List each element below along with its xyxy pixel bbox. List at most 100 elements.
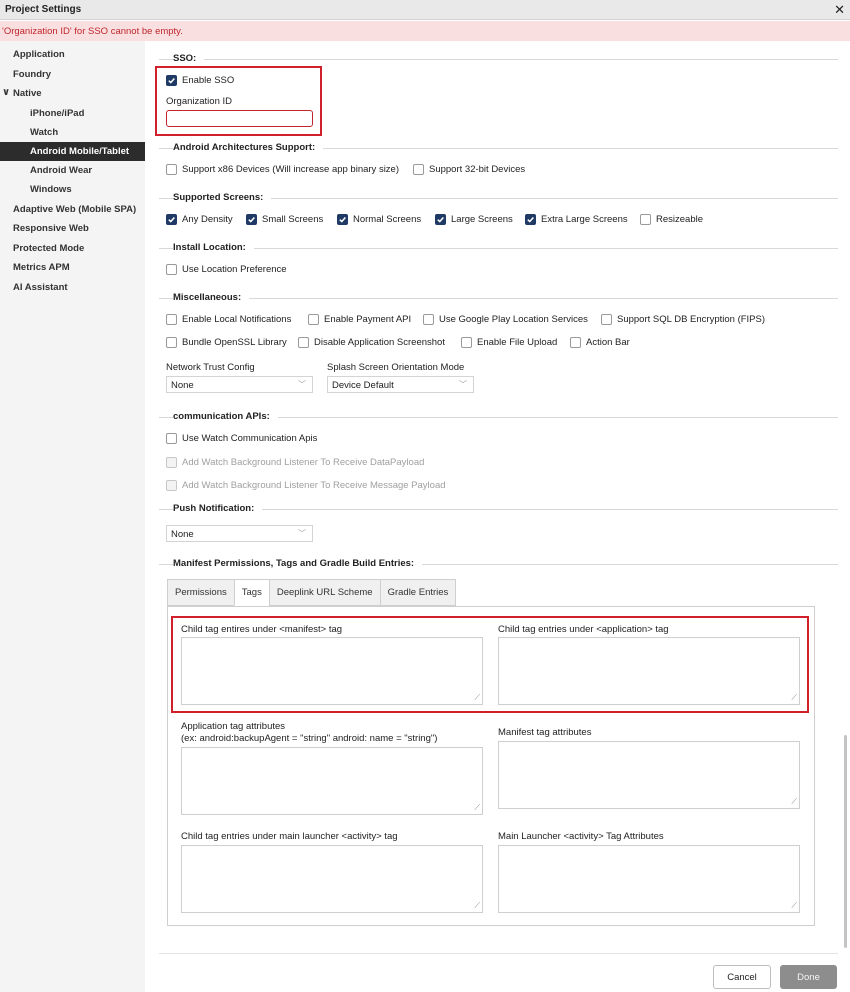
chevron-down-icon: ﹀ — [459, 380, 467, 389]
sidebar-item-responsive-web[interactable]: Responsive Web — [0, 219, 145, 238]
section-heading: Miscellaneous: — [173, 292, 250, 303]
section-supported-screens: Supported Screens: — [159, 192, 838, 206]
sidebar-item-label: Adaptive Web (Mobile SPA) — [13, 204, 137, 215]
sidebar-item-android-mobile-tablet[interactable]: Android Mobile/Tablet — [0, 142, 145, 161]
checkbox-label: Support x86 Devices (Will increase app b… — [182, 163, 400, 175]
checkbox-label: Small Screens — [262, 213, 324, 225]
sidebar-item-label: Windows — [30, 184, 72, 195]
chevron-down-icon: ∨ — [2, 87, 11, 98]
checkbox-label: Add Watch Background Listener To Receive… — [182, 479, 446, 491]
sidebar-item-watch[interactable]: Watch — [0, 123, 145, 142]
tab-gradle-entries[interactable]: Gradle Entries — [379, 579, 457, 606]
footer-divider — [159, 953, 838, 954]
manifest-tabs: Permissions Tags Deeplink URL Scheme Gra… — [167, 579, 457, 606]
sidebar-item-label: Application — [13, 49, 65, 60]
close-icon[interactable]: ✕ — [834, 2, 845, 18]
organization-id-input[interactable] — [166, 110, 313, 127]
section-heading: communication APIs: — [173, 411, 278, 422]
select-value: None — [171, 380, 194, 391]
extra-large-screens-checkbox[interactable]: Extra Large Screens — [525, 212, 628, 226]
checkbox-label: Support SQL DB Encryption (FIPS) — [617, 313, 766, 325]
support-sql-db-encryption-checkbox[interactable]: Support SQL DB Encryption (FIPS) — [601, 312, 765, 326]
sidebar-item-ai-assistant[interactable]: AI Assistant — [0, 278, 145, 297]
network-trust-config-select[interactable]: None ﹀ — [166, 376, 313, 393]
checkbox-label: Support 32-bit Devices — [429, 163, 526, 175]
enable-sso-checkbox[interactable]: Enable SSO — [166, 73, 234, 87]
enable-file-upload-checkbox[interactable]: Enable File Upload — [461, 335, 557, 349]
disable-app-screenshot-checkbox[interactable]: Disable Application Screenshot — [298, 335, 445, 349]
checkbox-label: Action Bar — [586, 336, 630, 348]
tab-deeplink-url-scheme[interactable]: Deeplink URL Scheme — [268, 579, 380, 606]
sidebar-item-label: Protected Mode — [13, 243, 85, 254]
sidebar-item-protected-mode[interactable]: Protected Mode — [0, 239, 145, 258]
checkbox-label: Use Location Preference — [182, 263, 287, 275]
window-title: Project Settings — [5, 4, 82, 15]
resize-grip-icon: ⟋ — [791, 693, 797, 702]
push-notification-select[interactable]: None ﹀ — [166, 525, 313, 542]
splash-orientation-select[interactable]: Device Default ﹀ — [327, 376, 474, 393]
checkbox-label: Use Watch Communication Apis — [182, 432, 318, 444]
resize-grip-icon: ⟋ — [474, 901, 480, 910]
app-tag-attributes-textarea[interactable]: ⟋ — [181, 747, 483, 815]
support-32bit-checkbox[interactable]: Support 32-bit Devices — [413, 162, 525, 176]
bundle-openssl-checkbox[interactable]: Bundle OpenSSL Library — [166, 335, 287, 349]
checkmark-icon — [337, 213, 348, 225]
network-trust-config-label: Network Trust Config — [166, 362, 255, 373]
done-button[interactable]: Done — [780, 965, 837, 989]
checkbox-label: Resizeable — [656, 213, 703, 225]
checkmark-icon — [246, 213, 257, 225]
enable-payment-api-checkbox[interactable]: Enable Payment API — [308, 312, 411, 326]
sidebar-item-label: Foundry — [13, 69, 51, 80]
action-bar-checkbox[interactable]: Action Bar — [570, 335, 630, 349]
child-activity-label: Child tag entries under main launcher <a… — [181, 831, 398, 842]
error-message: 'Organization ID' for SSO cannot be empt… — [2, 26, 183, 37]
resize-grip-icon: ⟋ — [474, 693, 480, 702]
manifest-tag-attributes-textarea[interactable]: ⟋ — [498, 741, 800, 809]
sidebar-item-native[interactable]: ∨ Native — [0, 84, 145, 103]
vertical-scrollbar[interactable] — [844, 735, 847, 948]
child-activity-textarea[interactable]: ⟋ — [181, 845, 483, 913]
sidebar-item-iphone-ipad[interactable]: iPhone/iPad — [0, 104, 145, 123]
watch-bg-messagepayload-checkbox: Add Watch Background Listener To Receive… — [166, 478, 446, 492]
small-screens-checkbox[interactable]: Small Screens — [246, 212, 323, 226]
child-manifest-textarea[interactable]: ⟋ — [181, 637, 483, 705]
any-density-checkbox[interactable]: Any Density — [166, 212, 233, 226]
sidebar-item-windows[interactable]: Windows — [0, 180, 145, 199]
sidebar-item-label: AI Assistant — [13, 282, 68, 293]
checkbox-label: Bundle OpenSSL Library — [182, 336, 287, 348]
section-push-notification: Push Notification: — [159, 503, 838, 517]
checkmark-icon — [166, 74, 177, 86]
sidebar-item-foundry[interactable]: Foundry — [0, 65, 145, 84]
section-heading: SSO: — [173, 53, 205, 64]
resize-grip-icon: ⟋ — [791, 797, 797, 806]
normal-screens-checkbox[interactable]: Normal Screens — [337, 212, 421, 226]
use-google-play-location-checkbox[interactable]: Use Google Play Location Services — [423, 312, 588, 326]
tab-permissions[interactable]: Permissions — [167, 579, 234, 606]
checkbox-label: Enable Local Notifications — [182, 313, 292, 325]
use-watch-communication-checkbox[interactable]: Use Watch Communication Apis — [166, 431, 317, 445]
section-heading: Android Architectures Support: — [173, 142, 324, 153]
section-miscellaneous: Miscellaneous: — [159, 292, 838, 306]
sidebar-item-android-wear[interactable]: Android Wear — [0, 161, 145, 180]
sidebar-item-label: Watch — [30, 127, 59, 138]
section-install-location: Install Location: — [159, 242, 838, 256]
section-communication-apis: communication APIs: — [159, 411, 838, 425]
sidebar-item-adaptive-web[interactable]: Adaptive Web (Mobile SPA) — [0, 200, 145, 219]
support-x86-checkbox[interactable]: Support x86 Devices (Will increase app b… — [166, 162, 399, 176]
enable-local-notifications-checkbox[interactable]: Enable Local Notifications — [166, 312, 291, 326]
resize-grip-icon: ⟋ — [474, 803, 480, 812]
resize-grip-icon: ⟋ — [791, 901, 797, 910]
child-application-textarea[interactable]: ⟋ — [498, 637, 800, 705]
splash-orientation-label: Splash Screen Orientation Mode — [327, 362, 465, 373]
cancel-button[interactable]: Cancel — [713, 965, 771, 989]
use-location-preference-checkbox[interactable]: Use Location Preference — [166, 262, 287, 276]
checkbox-label: Any Density — [182, 213, 233, 225]
sidebar-item-application[interactable]: Application — [0, 45, 145, 64]
resizeable-checkbox[interactable]: Resizeable — [640, 212, 703, 226]
activity-tag-attributes-textarea[interactable]: ⟋ — [498, 845, 800, 913]
checkbox-label: Enable Payment API — [324, 313, 412, 325]
checkmark-icon — [166, 213, 177, 225]
tab-tags[interactable]: Tags — [233, 579, 269, 606]
large-screens-checkbox[interactable]: Large Screens — [435, 212, 513, 226]
sidebar-item-metrics-apm[interactable]: Metrics APM — [0, 258, 145, 277]
